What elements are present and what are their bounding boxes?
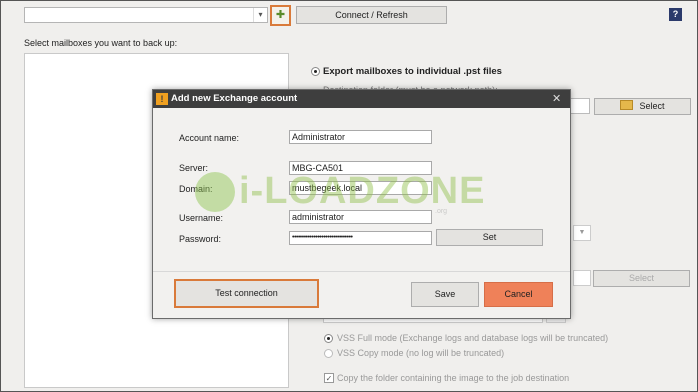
- select-mailboxes-label: Select mailboxes you want to back up:: [24, 38, 178, 48]
- help-icon[interactable]: ?: [669, 8, 682, 21]
- copy-folder-checkbox[interactable]: ✓: [324, 373, 334, 383]
- watermark-subtext: .org: [435, 208, 448, 215]
- add-account-icon[interactable]: ✚: [270, 5, 291, 26]
- copy-folder-label: Copy the folder containing the image to …: [337, 373, 570, 383]
- vss-copy-label: VSS Copy mode (no log will be truncated): [337, 348, 505, 358]
- divider: [153, 271, 570, 272]
- watermark-logo: i-LOADZONE .org: [195, 168, 505, 218]
- secondary-select-button[interactable]: Select: [593, 270, 690, 287]
- password-label: Password:: [179, 234, 222, 244]
- chevron-down-icon[interactable]: ▾: [253, 8, 267, 22]
- vss-full-label: VSS Full mode (Exchange logs and databas…: [337, 333, 609, 343]
- secondary-path-input[interactable]: [573, 270, 591, 286]
- dialog-titlebar: ! Add new Exchange account ✕: [153, 90, 570, 108]
- app-icon: !: [156, 93, 168, 105]
- export-pst-label: Export mailboxes to individual .pst file…: [323, 66, 502, 77]
- save-button[interactable]: Save: [411, 282, 479, 307]
- folder-icon: [620, 100, 634, 110]
- vss-copy-radio[interactable]: [324, 349, 333, 358]
- export-pst-radio[interactable]: [311, 67, 320, 76]
- account-name-input[interactable]: Administrator: [289, 130, 432, 144]
- test-connection-button[interactable]: Test connection: [174, 279, 319, 308]
- close-icon[interactable]: ✕: [552, 92, 561, 105]
- watermark-text: i-LOADZONE: [239, 170, 486, 212]
- set-password-button[interactable]: Set: [436, 229, 543, 246]
- password-input[interactable]: •••••••••••••••••••••••••••••••: [289, 231, 432, 245]
- vss-full-radio[interactable]: [324, 334, 333, 343]
- connect-refresh-button[interactable]: Connect / Refresh: [296, 6, 447, 24]
- cancel-button[interactable]: Cancel: [484, 282, 553, 307]
- chevron-down-icon[interactable]: ▼: [573, 225, 591, 241]
- dialog-title: Add new Exchange account: [171, 93, 298, 104]
- account-combobox[interactable]: ▾: [24, 7, 268, 23]
- account-name-label: Account name:: [179, 133, 240, 143]
- select-button-label: Select: [639, 101, 665, 111]
- select-folder-button[interactable]: Select: [594, 98, 691, 115]
- destination-input[interactable]: [570, 98, 590, 114]
- watermark-circle-icon: [195, 172, 235, 212]
